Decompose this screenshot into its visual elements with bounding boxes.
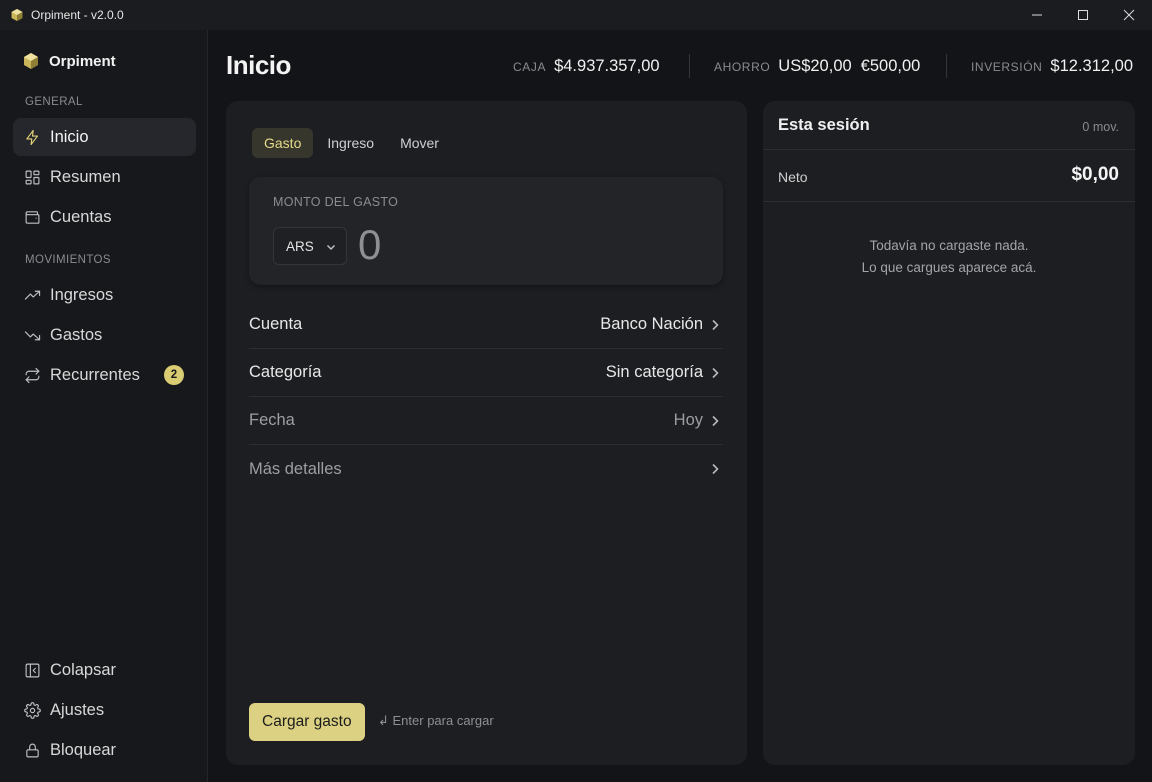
repeat-icon bbox=[25, 367, 40, 383]
trending-down-icon bbox=[24, 330, 41, 340]
amount-box: MONTO DEL GASTO ARS 0 bbox=[249, 177, 723, 285]
minimize-icon bbox=[1032, 14, 1042, 16]
brand-logo-icon bbox=[24, 53, 38, 69]
maximize-button[interactable] bbox=[1060, 0, 1106, 30]
wallet-icon bbox=[25, 210, 40, 224]
sidebar-item-label: Ajustes bbox=[50, 700, 105, 719]
more-details-row[interactable]: Más detalles bbox=[249, 445, 723, 493]
sidebar-item-label: Resumen bbox=[50, 167, 121, 186]
chevron-down-icon bbox=[326, 244, 336, 251]
bolt-icon bbox=[26, 129, 39, 145]
stat-inversion: INVERSIÓN $12.312,00 bbox=[971, 57, 1133, 79]
account-value: Banco Nación bbox=[600, 315, 703, 333]
sidebar: Orpiment GENERAL Inicio Resumen Cuentas … bbox=[0, 30, 208, 782]
app-logo-icon bbox=[11, 9, 23, 21]
collapse-icon bbox=[25, 663, 40, 677]
sidebar-item-ingresos[interactable]: Ingresos bbox=[13, 276, 196, 314]
chevron-right-icon bbox=[712, 463, 719, 475]
recurrentes-count-badge: 2 bbox=[164, 365, 184, 385]
sidebar-item-label: Ingresos bbox=[50, 285, 114, 304]
sidebar-item-cuentas[interactable]: Cuentas bbox=[13, 198, 196, 236]
stat-ahorro-usd: US$20,00 bbox=[778, 57, 852, 75]
brand-name: Orpiment bbox=[49, 52, 116, 70]
sidebar-item-label: Bloquear bbox=[50, 740, 117, 759]
sidebar-item-label: Gastos bbox=[50, 325, 103, 344]
session-count: 0 mov. bbox=[1082, 120, 1119, 134]
session-card: Esta sesión 0 mov. Neto $0,00 Todavía no… bbox=[763, 101, 1135, 765]
empty-state: Todavía no cargaste nada. Lo que cargues… bbox=[763, 235, 1135, 279]
date-row[interactable]: Fecha Hoy bbox=[249, 397, 723, 445]
date-value: Hoy bbox=[673, 411, 703, 429]
empty-state-line: Lo que cargues aparece acá. bbox=[861, 260, 1037, 275]
sidebar-item-recurrentes[interactable]: Recurrentes 2 bbox=[13, 356, 196, 394]
chevron-right-icon bbox=[712, 415, 719, 426]
net-row: Neto $0,00 bbox=[763, 150, 1135, 202]
category-value: Sin categoría bbox=[605, 363, 703, 381]
trending-up-icon bbox=[24, 290, 41, 300]
stat-caja: CAJA $4.937.357,00 bbox=[513, 57, 660, 79]
stat-divider bbox=[689, 54, 690, 78]
chevron-right-icon bbox=[712, 367, 719, 378]
stat-caja-label: CAJA bbox=[513, 60, 547, 74]
currency-select[interactable]: ARS bbox=[273, 227, 347, 265]
page-title: Inicio bbox=[226, 50, 291, 80]
grid-icon bbox=[25, 170, 40, 184]
submit-expense-button[interactable]: Cargar gasto bbox=[249, 703, 365, 741]
lock-icon bbox=[26, 743, 39, 757]
sidebar-item-bloquear[interactable]: Bloquear bbox=[13, 731, 196, 769]
brand: Orpiment bbox=[22, 52, 116, 70]
stat-divider bbox=[946, 54, 947, 78]
section-label-general: GENERAL bbox=[25, 96, 83, 108]
stat-ahorro-eur: €500,00 bbox=[860, 57, 921, 75]
net-label: Neto bbox=[778, 169, 808, 185]
window-title: Orpiment - v2.0.0 bbox=[31, 8, 124, 22]
sidebar-item-label: Colapsar bbox=[50, 660, 117, 679]
close-button[interactable] bbox=[1106, 0, 1152, 30]
category-row[interactable]: Categoría Sin categoría bbox=[249, 349, 723, 397]
sidebar-item-resumen[interactable]: Resumen bbox=[13, 158, 196, 196]
stat-inversion-label: INVERSIÓN bbox=[971, 60, 1043, 74]
sidebar-item-inicio[interactable]: Inicio bbox=[13, 118, 196, 156]
title-bar: Orpiment - v2.0.0 bbox=[0, 0, 1152, 30]
sidebar-item-gastos[interactable]: Gastos bbox=[13, 316, 196, 354]
date-label: Fecha bbox=[249, 411, 295, 429]
session-header: Esta sesión 0 mov. bbox=[763, 101, 1135, 150]
currency-value: ARS bbox=[286, 238, 314, 254]
stat-caja-value: $4.937.357,00 bbox=[554, 57, 660, 75]
sidebar-item-colapsar[interactable]: Colapsar bbox=[13, 651, 196, 689]
net-value: $0,00 bbox=[1071, 164, 1119, 185]
sidebar-item-label: Inicio bbox=[50, 127, 89, 146]
tab-ingreso[interactable]: Ingreso bbox=[315, 128, 386, 158]
tab-gasto[interactable]: Gasto bbox=[252, 128, 314, 158]
amount-input[interactable]: 0 bbox=[358, 221, 381, 269]
gear-icon bbox=[24, 701, 41, 719]
sidebar-item-ajustes[interactable]: Ajustes bbox=[13, 691, 196, 729]
entry-form-card: Gasto Ingreso Mover MONTO DEL GASTO ARS … bbox=[226, 101, 747, 765]
chevron-right-icon bbox=[712, 319, 719, 330]
close-icon bbox=[1123, 9, 1135, 21]
amount-label: MONTO DEL GASTO bbox=[273, 195, 399, 209]
stat-inversion-value: $12.312,00 bbox=[1050, 57, 1134, 75]
more-details-label: Más detalles bbox=[249, 459, 342, 478]
minimize-button[interactable] bbox=[1014, 0, 1060, 30]
session-title: Esta sesión bbox=[778, 116, 870, 134]
maximize-icon bbox=[1078, 10, 1088, 20]
entry-type-tabs: Gasto Ingreso Mover bbox=[252, 128, 453, 158]
sidebar-item-label: Recurrentes bbox=[50, 365, 140, 384]
empty-state-line: Todavía no cargaste nada. bbox=[869, 238, 1029, 253]
stat-ahorro-label: AHORRO bbox=[714, 60, 771, 74]
stat-ahorro: AHORRO US$20,00 €500,00 bbox=[714, 57, 920, 79]
section-label-movimientos: MOVIMIENTOS bbox=[25, 254, 111, 266]
sidebar-item-label: Cuentas bbox=[50, 207, 112, 226]
account-label: Cuenta bbox=[249, 315, 303, 333]
category-label: Categoría bbox=[249, 363, 322, 381]
tab-mover[interactable]: Mover bbox=[388, 128, 451, 158]
account-row[interactable]: Cuenta Banco Nación bbox=[249, 301, 723, 349]
enter-hint: ↲ Enter para cargar bbox=[378, 713, 494, 728]
